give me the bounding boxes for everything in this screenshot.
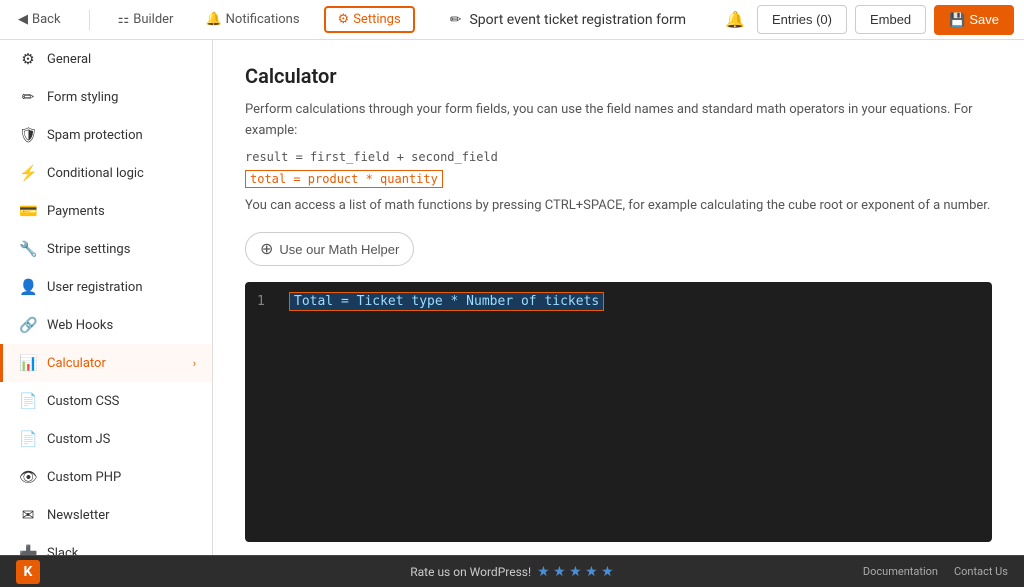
rate-text: Rate us on WordPress! [410, 565, 531, 579]
sidebar-item-label: Form styling [47, 90, 118, 105]
topbar-left: ◀ Back ⚏ Builder 🔔 Notifications ⚙ Setti… [10, 6, 415, 33]
entries-button[interactable]: Entries (0) [757, 5, 847, 34]
notification-bell-icon[interactable]: 🔔 [721, 6, 749, 33]
sidebar-item-label: Custom PHP [47, 470, 121, 485]
sidebar-item-custom-js[interactable]: 📄 Custom JS [0, 420, 212, 458]
topbar-center: ✏ Sport event ticket registration form [419, 12, 717, 28]
custom-php-icon: 👁 [19, 468, 37, 486]
divider [89, 10, 90, 30]
code-example: result = first_field + second_field [245, 150, 992, 164]
topbar: ◀ Back ⚏ Builder 🔔 Notifications ⚙ Setti… [0, 0, 1024, 40]
code-editor[interactable]: 1 Total = Ticket type * Number of ticket… [245, 282, 992, 542]
builder-icon: ⚏ [118, 12, 130, 27]
k-logo: K [16, 560, 40, 584]
sidebar-item-stripe-settings[interactable]: 🔧 Stripe settings [0, 230, 212, 268]
back-button[interactable]: ◀ Back [10, 8, 69, 31]
footer-links: Documentation Contact Us [863, 565, 1008, 578]
builder-label: Builder [133, 12, 173, 27]
settings-tab[interactable]: ⚙ Settings [324, 6, 415, 33]
sidebar-item-custom-css[interactable]: 📄 Custom CSS [0, 382, 212, 420]
sidebar-item-label: User registration [47, 280, 143, 295]
builder-tab[interactable]: ⚏ Builder [110, 8, 182, 31]
stripe-icon: 🔧 [19, 240, 37, 258]
footer-logo: K [16, 560, 40, 584]
general-icon: ⚙ [19, 50, 37, 68]
form-styling-icon: ✏ [19, 88, 37, 106]
sidebar-item-label: Payments [47, 204, 105, 219]
line-number: 1 [257, 294, 273, 309]
notifications-label: Notifications [226, 12, 300, 27]
contact-link[interactable]: Contact Us [954, 565, 1008, 578]
sidebar-item-user-registration[interactable]: 👤 User registration [0, 268, 212, 306]
conditional-logic-icon: ⚡ [19, 164, 37, 182]
documentation-link[interactable]: Documentation [863, 565, 938, 578]
save-label: Save [969, 12, 999, 27]
spam-protection-icon: 🛡 [19, 126, 37, 144]
sidebar-item-custom-php[interactable]: 👁 Custom PHP [0, 458, 212, 496]
sidebar-item-conditional-logic[interactable]: ⚡ Conditional logic [0, 154, 212, 192]
notifications-icon: 🔔 [205, 12, 221, 27]
settings-icon: ⚙ [338, 12, 350, 27]
back-label: Back [32, 12, 61, 27]
save-button[interactable]: 💾 Save [934, 5, 1014, 35]
calculator-icon: 📊 [19, 354, 37, 372]
sidebar-item-payments[interactable]: 💳 Payments [0, 192, 212, 230]
description2-text: You can access a list of math functions … [245, 196, 992, 217]
code-line-1: 1 Total = Ticket type * Number of ticket… [257, 294, 980, 309]
topbar-right: 🔔 Entries (0) Embed 💾 Save [721, 5, 1014, 35]
footer-center: Rate us on WordPress! ★ ★ ★ ★ ★ [410, 564, 613, 580]
sidebar-item-label: Spam protection [47, 128, 143, 143]
sidebar-item-label: Slack [47, 546, 78, 556]
slack-icon: ➕ [19, 544, 37, 555]
sidebar-item-label: Custom JS [47, 432, 110, 447]
back-icon: ◀ [18, 12, 28, 27]
embed-button[interactable]: Embed [855, 5, 926, 34]
entries-label: Entries (0) [772, 12, 832, 27]
sidebar-item-label: Custom CSS [47, 394, 119, 409]
sidebar-item-web-hooks[interactable]: 🔗 Web Hooks [0, 306, 212, 344]
sidebar-item-label: Newsletter [47, 508, 110, 523]
payments-icon: 💳 [19, 202, 37, 220]
layout: ⚙ General ✏ Form styling 🛡 Spam protecti… [0, 40, 1024, 555]
sidebar-item-calculator[interactable]: 📊 Calculator › [0, 344, 212, 382]
sidebar-item-form-styling[interactable]: ✏ Form styling [0, 78, 212, 116]
custom-css-icon: 📄 [19, 392, 37, 410]
sidebar-item-spam-protection[interactable]: 🛡 Spam protection [0, 116, 212, 154]
custom-js-icon: 📄 [19, 430, 37, 448]
user-registration-icon: 👤 [19, 278, 37, 296]
edit-icon: ✏ [450, 12, 462, 28]
plus-circle-icon: ⊕ [260, 239, 273, 259]
sidebar: ⚙ General ✏ Form styling 🛡 Spam protecti… [0, 40, 213, 555]
notifications-tab[interactable]: 🔔 Notifications [197, 8, 307, 31]
page-title: Calculator [245, 64, 992, 88]
sidebar-item-label: Web Hooks [47, 318, 113, 333]
sidebar-item-newsletter[interactable]: ✉ Newsletter [0, 496, 212, 534]
web-hooks-icon: 🔗 [19, 316, 37, 334]
sidebar-item-label: Conditional logic [47, 166, 144, 181]
form-title: Sport event ticket registration form [469, 12, 686, 28]
embed-label: Embed [870, 12, 911, 27]
code-highlighted-content: Total = Ticket type * Number of tickets [289, 292, 604, 311]
math-helper-label: Use our Math Helper [279, 242, 399, 257]
star-icons: ★ ★ ★ ★ ★ [537, 564, 614, 580]
code-highlight: total = product * quantity [245, 170, 443, 188]
description-text: Perform calculations through your form f… [245, 100, 992, 142]
code-content: Total = Ticket type * Number of tickets [289, 294, 604, 309]
main-content: Calculator Perform calculations through … [213, 40, 1024, 555]
sidebar-item-slack[interactable]: ➕ Slack [0, 534, 212, 555]
settings-label: Settings [353, 12, 400, 27]
chevron-right-icon: › [193, 357, 196, 370]
save-icon: 💾 [949, 12, 965, 28]
newsletter-icon: ✉ [19, 506, 37, 524]
footer: K Rate us on WordPress! ★ ★ ★ ★ ★ Docume… [0, 555, 1024, 587]
sidebar-item-label: General [47, 52, 91, 67]
sidebar-item-label: Calculator [47, 356, 106, 371]
sidebar-item-general[interactable]: ⚙ General [0, 40, 212, 78]
math-helper-button[interactable]: ⊕ Use our Math Helper [245, 232, 414, 266]
sidebar-item-label: Stripe settings [47, 242, 130, 257]
